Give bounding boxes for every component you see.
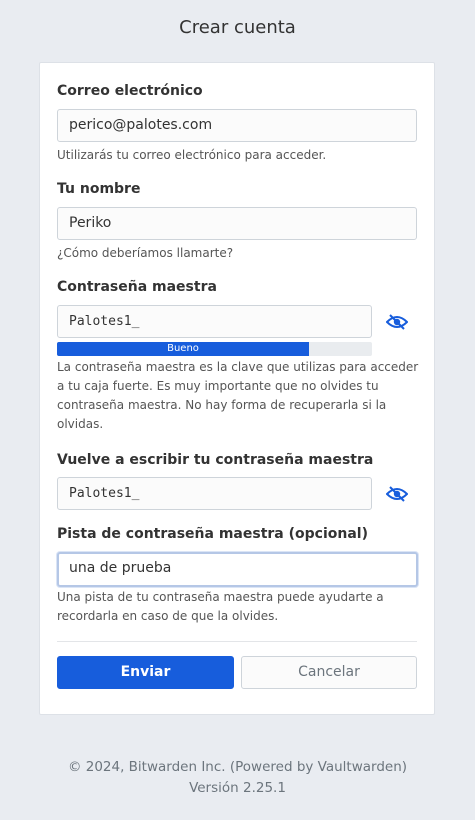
retype-password-label: Vuelve a escribir tu contraseña maestra	[57, 452, 374, 468]
hint-label: Pista de contraseña maestra (opcional)	[57, 526, 368, 542]
password-strength-meter: Bueno	[57, 342, 372, 356]
email-label: Correo electrónico	[57, 83, 203, 99]
name-label: Tu nombre	[57, 181, 141, 197]
divider	[57, 641, 417, 642]
name-help: ¿Cómo deberíamos llamarte?	[57, 246, 234, 260]
hint-help: Una pista de tu contraseña maestra puede…	[57, 590, 384, 623]
footer-version: Versión 2.25.1	[189, 780, 286, 796]
master-password-help: La contraseña maestra es la clave que ut…	[57, 360, 419, 431]
retype-password-field[interactable]: Palotes1_	[57, 477, 372, 510]
register-form-card: Correo electrónico perico@palotes.com Ut…	[39, 62, 435, 715]
eye-slash-icon[interactable]	[384, 312, 410, 332]
email-help: Utilizarás tu correo electrónico para ac…	[57, 148, 327, 162]
hint-field[interactable]: una de prueba	[57, 552, 418, 587]
eye-slash-icon[interactable]	[384, 484, 410, 504]
page-title: Crear cuenta	[179, 17, 296, 38]
footer-copyright: © 2024, Bitwarden Inc. (Powered by Vault…	[67, 759, 408, 775]
master-password-field[interactable]: Palotes1_	[57, 305, 372, 338]
email-field[interactable]: perico@palotes.com	[57, 109, 417, 142]
cancel-button[interactable]: Cancelar	[241, 656, 417, 689]
master-password-label: Contraseña maestra	[57, 279, 217, 295]
name-field[interactable]: Periko	[57, 207, 417, 240]
password-strength-bar: Bueno	[57, 342, 309, 356]
submit-button[interactable]: Enviar	[57, 656, 234, 689]
